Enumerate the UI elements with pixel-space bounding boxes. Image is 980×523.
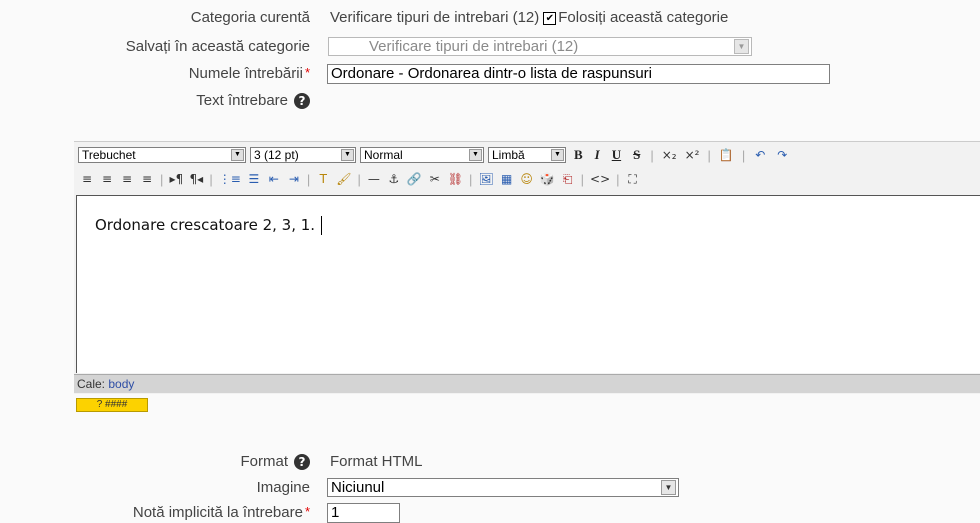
toolbar-divider: |: [160, 171, 164, 187]
paragraph-value: Normal: [364, 148, 403, 162]
editor-content-area[interactable]: Ordonare crescatoare 2, 3, 1.: [76, 195, 980, 373]
default-grade-input[interactable]: 1: [327, 503, 400, 523]
question-name-label-text: Numele întrebării: [188, 65, 303, 82]
html-source-icon[interactable]: <>: [588, 172, 612, 186]
table-icon[interactable]: ▦: [498, 172, 516, 186]
align-justify-icon[interactable]: ≡: [138, 172, 156, 186]
toolbar-divider: |: [616, 171, 620, 187]
dropdown-arrow-icon: ▼: [734, 39, 749, 54]
font-family-select[interactable]: Trebuchet ▼: [78, 147, 246, 163]
toolbar-divider: |: [741, 147, 746, 163]
save-category-value: Verificare tipuri de intrebari (12): [369, 38, 579, 55]
fullscreen-icon[interactable]: ⛶: [624, 172, 642, 187]
paste-icon[interactable]: 📋: [717, 148, 736, 162]
use-category-checkbox[interactable]: ✔: [543, 11, 557, 25]
dropdown-arrow-icon: ▼: [661, 480, 676, 495]
dropdown-arrow-icon: ▼: [341, 149, 354, 161]
subscript-button[interactable]: ×₂: [660, 148, 679, 162]
rtl-icon[interactable]: ¶◂: [187, 172, 205, 186]
default-grade-label: Notă implicită la întrebare *: [133, 504, 310, 521]
current-category-value: Verificare tipuri de intrebari (12) ✔ Folo…: [330, 9, 728, 26]
anchor-icon[interactable]: ⚓: [385, 172, 403, 186]
unordered-list-icon[interactable]: ☰: [245, 172, 263, 186]
font-size-value: 3 (12 pt): [254, 148, 299, 162]
language-select[interactable]: Limbă ▼: [488, 147, 566, 163]
image-icon[interactable]: 🖼: [476, 172, 495, 186]
indent-icon[interactable]: ⇥: [285, 172, 303, 186]
text-color-icon[interactable]: T: [314, 172, 332, 186]
editor-content-value: Ordonare crescatoare 2, 3, 1.: [95, 216, 316, 234]
format-label: Format?: [240, 453, 310, 471]
underline-button[interactable]: U: [608, 147, 625, 163]
bold-button[interactable]: B: [570, 147, 587, 163]
help-icon[interactable]: ?: [294, 93, 310, 110]
toolbar-divider: |: [306, 171, 311, 187]
align-right-icon[interactable]: ≡: [118, 172, 136, 186]
align-center-icon[interactable]: ≡: [98, 172, 116, 186]
question-text-label: Text întrebare?: [196, 92, 310, 110]
italic-button[interactable]: I: [591, 147, 604, 163]
toolbar-divider: |: [357, 171, 361, 187]
current-category-text: Verificare tipuri de intrebari (12): [330, 9, 540, 26]
editor-path-bar: Cale: body: [74, 374, 980, 393]
current-category-label: Categoria curentă: [190, 9, 310, 26]
outdent-icon[interactable]: ⇤: [265, 172, 283, 186]
image-select[interactable]: Niciunul ▼: [327, 478, 679, 497]
nolink-icon[interactable]: ✂: [426, 172, 444, 186]
keyboard-shortcuts-icon[interactable]: ? ####: [76, 398, 148, 412]
superscript-button[interactable]: ×²: [683, 148, 702, 162]
save-category-select[interactable]: Verificare tipuri de intrebari (12) ▼: [328, 37, 752, 56]
font-family-value: Trebuchet: [82, 148, 136, 162]
horizontal-rule-icon[interactable]: —: [365, 172, 383, 186]
default-grade-label-text: Notă implicită la întrebare: [132, 504, 303, 521]
format-label-text: Format: [240, 453, 288, 470]
path-body-link[interactable]: body: [108, 377, 134, 391]
undo-icon[interactable]: ↶: [751, 148, 769, 162]
toolbar-divider: |: [209, 171, 213, 187]
help-icon[interactable]: ?: [294, 454, 310, 471]
path-label: Cale:: [77, 377, 106, 391]
unlink-icon[interactable]: ⛓: [446, 172, 465, 186]
editor-content-text: Ordonare crescatoare 2, 3, 1.: [95, 216, 323, 235]
text-caret: [321, 216, 323, 235]
question-text-label-text: Text întrebare: [196, 92, 288, 109]
dropdown-arrow-icon: ▼: [551, 149, 564, 161]
html-editor: Trebuchet ▼ 3 (12 pt) ▼ Normal ▼ Limbă ▼ B I…: [74, 141, 980, 394]
special-char-icon[interactable]: 🎲: [538, 172, 557, 186]
question-name-label: Numele întrebării *: [189, 65, 310, 82]
smiley-icon[interactable]: ☺: [518, 172, 536, 186]
editor-toolbar-row-1: Trebuchet ▼ 3 (12 pt) ▼ Normal ▼ Limbă ▼ B I…: [78, 144, 791, 166]
ltr-icon[interactable]: ▸¶: [167, 172, 185, 186]
language-value: Limbă: [492, 148, 525, 162]
toolbar-divider: |: [650, 147, 654, 163]
required-asterisk-icon: *: [304, 504, 310, 519]
image-select-value: Niciunul: [331, 479, 385, 496]
redo-icon[interactable]: ↷: [773, 148, 791, 162]
toolbar-divider: |: [707, 147, 711, 163]
align-left-icon[interactable]: ≡: [78, 172, 96, 186]
ordered-list-icon[interactable]: ⋮≡: [217, 172, 243, 186]
dropdown-arrow-icon: ▼: [231, 149, 244, 161]
dropdown-arrow-icon: ▼: [469, 149, 482, 161]
toolbar-divider: |: [580, 171, 585, 187]
search-replace-icon[interactable]: ⎗: [559, 172, 577, 187]
paragraph-select[interactable]: Normal ▼: [360, 147, 484, 163]
save-category-label: Salvați în această categorie: [125, 38, 310, 55]
use-category-label: Folosiți această categorie: [558, 9, 729, 26]
image-label: Imagine: [256, 479, 310, 496]
question-name-input[interactable]: Ordonare - Ordonarea dintr-o lista de ra…: [327, 64, 830, 84]
toolbar-divider: |: [469, 171, 473, 187]
editor-toolbar-row-2: ≡ ≡ ≡ ≡ | ▸¶ ¶◂ | ⋮≡ ☰ ⇤ ⇥ | T 🖌 | — ⚓ 🔗…: [78, 168, 642, 190]
background-color-icon[interactable]: 🖌: [334, 172, 353, 186]
format-value: Format HTML: [330, 453, 423, 470]
strikethrough-button[interactable]: S: [629, 147, 644, 163]
required-asterisk-icon: *: [304, 65, 310, 80]
link-icon[interactable]: 🔗: [405, 172, 424, 186]
font-size-select[interactable]: 3 (12 pt) ▼: [250, 147, 356, 163]
